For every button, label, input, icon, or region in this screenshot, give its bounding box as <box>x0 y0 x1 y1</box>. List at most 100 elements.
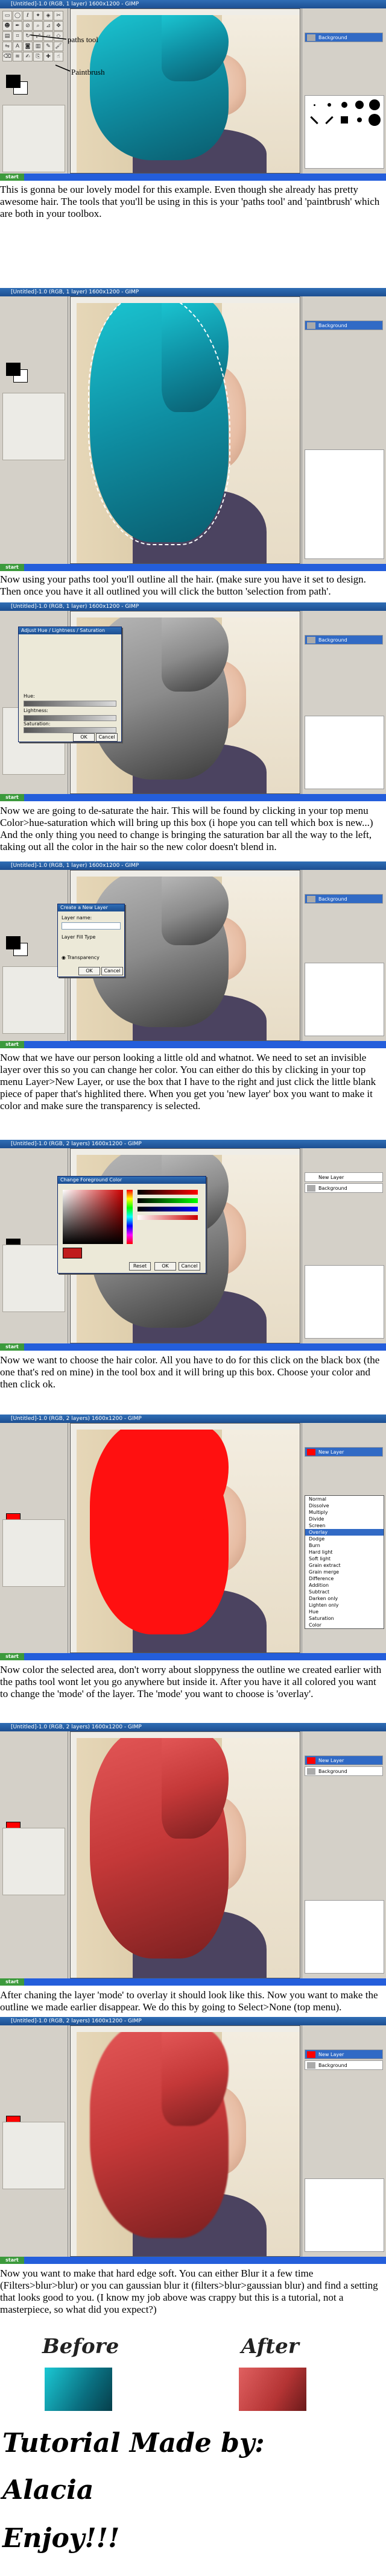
start-button[interactable]: start <box>0 1978 24 1986</box>
mode-option[interactable]: Hard light <box>305 1549 384 1555</box>
color-select-tool[interactable]: ◈ <box>43 11 53 20</box>
mode-option[interactable]: Color <box>305 1622 384 1628</box>
brush[interactable] <box>368 113 381 127</box>
zoom-tool[interactable]: ⌕ <box>33 21 43 31</box>
mode-option[interactable]: Dodge <box>305 1536 384 1542</box>
start-button[interactable]: start <box>0 174 24 181</box>
align-tool[interactable]: ▤ <box>2 31 12 41</box>
alpha-slider[interactable] <box>138 1215 198 1220</box>
rect-select-tool[interactable]: ▭ <box>2 11 12 20</box>
brush[interactable] <box>353 113 366 127</box>
layer-mode-dropdown[interactable]: Normal Dissolve Multiply Divide Screen O… <box>305 1495 384 1629</box>
text-tool[interactable]: A <box>13 42 22 51</box>
start-button[interactable]: start <box>0 564 24 571</box>
mode-option[interactable]: Darken only <box>305 1595 384 1602</box>
start-button[interactable]: start <box>0 1653 24 1660</box>
mode-option[interactable]: Difference <box>305 1575 384 1582</box>
foreground-color-swatch[interactable] <box>6 363 21 376</box>
mode-option[interactable]: Dissolve <box>305 1502 384 1509</box>
foreground-select-tool[interactable]: ☻ <box>2 21 12 31</box>
brush[interactable] <box>338 113 351 127</box>
ellipse-select-tool[interactable]: ◯ <box>13 11 22 20</box>
start-button[interactable]: start <box>0 2257 24 2264</box>
brush[interactable] <box>368 98 381 111</box>
ok-button[interactable]: OK <box>78 967 100 975</box>
layer-row-background[interactable]: Background <box>305 635 383 645</box>
photo-canvas[interactable] <box>77 2032 300 2256</box>
move-tool[interactable]: ✥ <box>54 21 63 31</box>
mode-option[interactable]: Lighten only <box>305 1602 384 1608</box>
layer-row-background[interactable]: Background <box>305 894 383 904</box>
layer-row-background[interactable]: Background <box>305 320 383 330</box>
blue-slider[interactable] <box>138 1207 198 1211</box>
layer-row-background[interactable]: Background <box>305 2060 383 2070</box>
layer-row-new-layer[interactable]: New Layer <box>305 1447 383 1457</box>
green-slider[interactable] <box>138 1198 198 1203</box>
layer-name-input[interactable] <box>62 922 121 930</box>
mode-option-selected[interactable]: Overlay <box>305 1529 384 1536</box>
foreground-color-swatch[interactable] <box>6 936 21 949</box>
cancel-button[interactable]: Cancel <box>101 967 123 975</box>
layer-row-background[interactable]: Background <box>305 1183 383 1193</box>
mode-option[interactable]: Addition <box>305 1582 384 1589</box>
scissors-tool[interactable]: ✂ <box>54 11 63 20</box>
photo-canvas[interactable] <box>77 1430 300 1652</box>
lightness-slider[interactable] <box>24 715 116 721</box>
brush[interactable] <box>338 98 351 111</box>
hue-slider[interactable] <box>24 701 116 707</box>
mode-option[interactable]: Normal <box>305 1496 384 1502</box>
ok-button[interactable]: OK <box>73 733 95 742</box>
ink-tool[interactable]: ✍ <box>23 52 33 61</box>
layer-row-new-layer[interactable]: New Layer <box>305 1755 383 1765</box>
ok-button[interactable]: OK <box>154 1262 176 1271</box>
mode-option[interactable]: Soft light <box>305 1555 384 1562</box>
mode-option[interactable]: Screen <box>305 1522 384 1529</box>
photo-canvas[interactable] <box>77 303 300 563</box>
perspective-tool[interactable]: ◇ <box>54 31 63 41</box>
cancel-button[interactable]: Cancel <box>179 1262 200 1271</box>
brush[interactable] <box>353 98 366 111</box>
paths-tool[interactable]: ✒ <box>13 21 22 31</box>
crop-tool[interactable]: ⌗ <box>13 31 22 41</box>
layer-row-new-layer[interactable]: New Layer <box>305 2049 383 2059</box>
photo-canvas[interactable] <box>77 15 300 173</box>
measure-tool[interactable]: ⊿ <box>43 21 53 31</box>
mode-option[interactable]: Divide <box>305 1516 384 1522</box>
mode-option[interactable]: Burn <box>305 1542 384 1549</box>
eraser-tool[interactable]: ⌫ <box>2 52 12 61</box>
fuzzy-select-tool[interactable]: ✦ <box>33 11 43 20</box>
reset-button[interactable]: Reset <box>129 1262 151 1271</box>
smudge-tool[interactable]: ☝ <box>54 52 63 61</box>
paintbrush-tool[interactable]: 🖌 <box>54 42 63 51</box>
mode-option[interactable]: Subtract <box>305 1589 384 1595</box>
hue-strip[interactable] <box>127 1190 133 1244</box>
layer-row-new-layer[interactable]: New Layer <box>305 1172 383 1182</box>
brush[interactable] <box>308 98 321 111</box>
photo-canvas[interactable] <box>77 1738 300 1978</box>
airbrush-tool[interactable]: ≋ <box>13 52 22 61</box>
mode-option[interactable]: Grain merge <box>305 1569 384 1575</box>
start-button[interactable]: start <box>0 794 24 801</box>
saturation-slider[interactable] <box>24 727 116 733</box>
layer-row-background[interactable]: Background <box>305 33 383 42</box>
start-button[interactable]: start <box>0 1343 24 1351</box>
pencil-tool[interactable]: ✎ <box>43 42 53 51</box>
foreground-color-swatch[interactable] <box>6 75 21 88</box>
mode-option[interactable]: Multiply <box>305 1509 384 1516</box>
transparency-radio[interactable]: ◉ Transparency <box>62 955 100 960</box>
color-square[interactable] <box>63 1190 123 1244</box>
mode-option[interactable]: Hue <box>305 1608 384 1615</box>
color-picker-tool[interactable]: ⊘ <box>23 21 33 31</box>
blend-tool[interactable]: ▥ <box>33 42 43 51</box>
cancel-button[interactable]: Cancel <box>96 733 118 742</box>
brush[interactable] <box>308 113 321 127</box>
brush[interactable] <box>323 113 336 127</box>
heal-tool[interactable]: ✚ <box>43 52 53 61</box>
lasso-tool[interactable]: ℓ <box>23 11 33 20</box>
brush[interactable] <box>323 98 336 111</box>
scale-tool[interactable]: ⤢ <box>33 31 43 41</box>
rotate-tool[interactable]: ↻ <box>23 31 33 41</box>
start-button[interactable]: start <box>0 1041 24 1048</box>
shear-tool[interactable]: ▱ <box>43 31 53 41</box>
red-slider[interactable] <box>138 1190 198 1195</box>
